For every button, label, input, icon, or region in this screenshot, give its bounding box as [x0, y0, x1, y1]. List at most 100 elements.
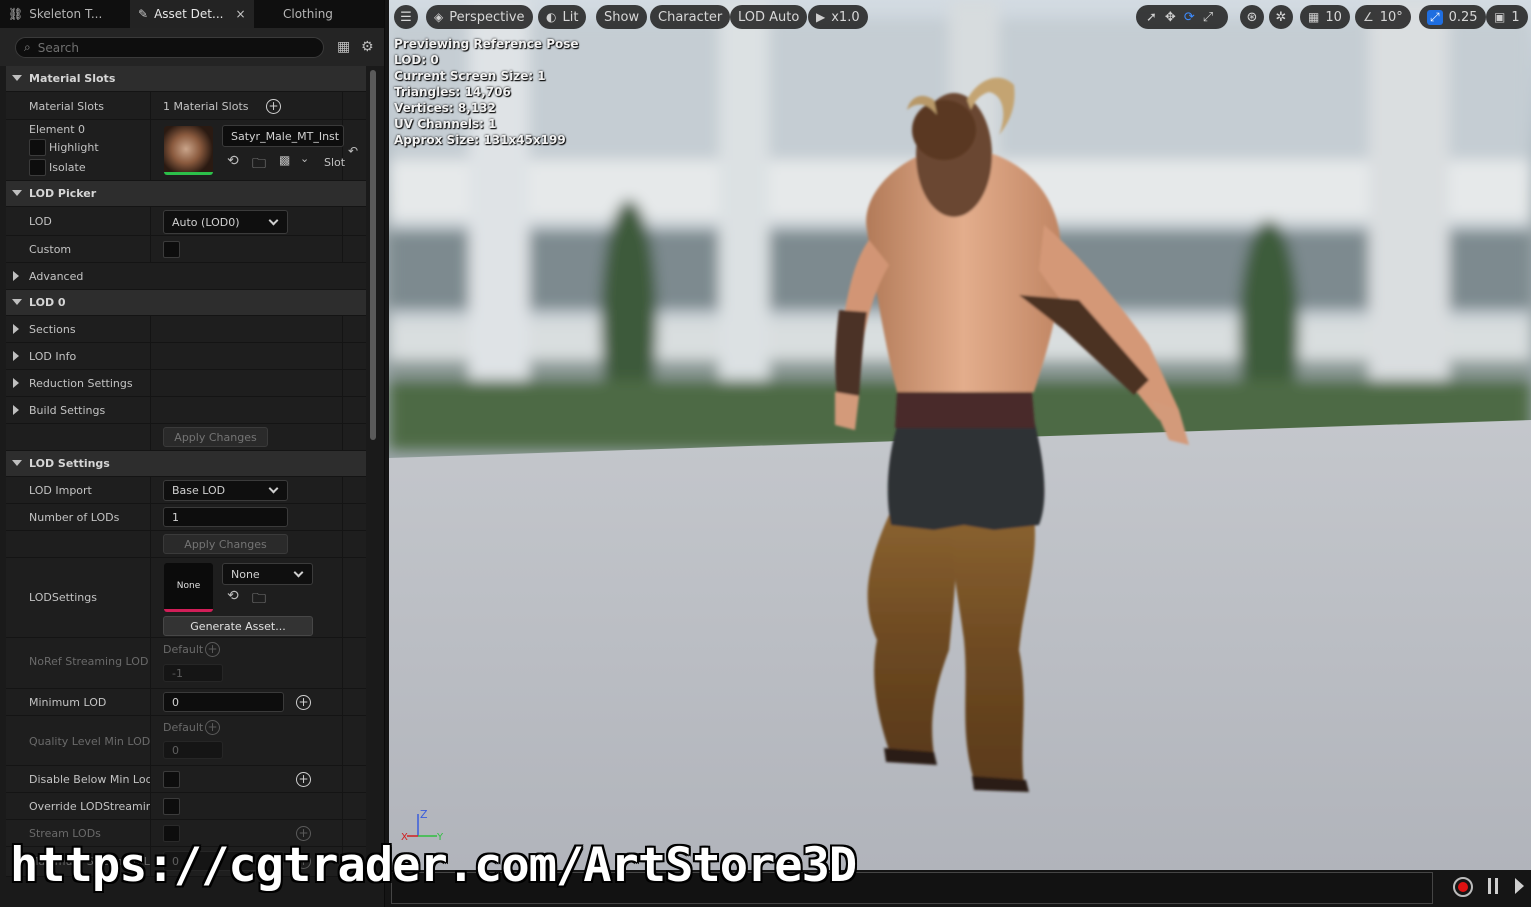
lodsettings-thumbnail[interactable]: None [164, 563, 213, 612]
minimum-lod-input[interactable]: 0 [163, 692, 284, 712]
add-override-icon[interactable]: + [296, 695, 311, 710]
lod-auto-button[interactable]: LOD Auto [730, 5, 808, 29]
category-material-slots[interactable]: Material Slots [6, 66, 366, 92]
checker-icon[interactable]: ▩ [279, 153, 290, 167]
details-panel: ⛓ Skeleton T... ✎ Asset Det... × Clothin… [0, 0, 385, 907]
apply-changes-button[interactable]: Apply Changes [163, 427, 268, 447]
pause-icon[interactable] [1488, 878, 1498, 894]
row-lod: LOD Auto (LOD0) [6, 207, 366, 236]
material-thumbnail[interactable] [164, 126, 213, 175]
step-forward-icon[interactable] [1515, 878, 1524, 894]
row-override-lodstreaming: Override LODStreamin... [6, 793, 366, 820]
play-rate-button[interactable]: ▶ x1.0 [808, 5, 868, 29]
surface-snap-button[interactable]: ✲ [1269, 5, 1293, 29]
material-name-field[interactable]: Satyr_Male_MT_Inst [222, 125, 344, 147]
cube-icon: ◈ [434, 10, 444, 24]
add-override-icon[interactable]: + [205, 642, 220, 657]
play-icon: ▶ [816, 10, 826, 24]
lod-dropdown[interactable]: Auto (LOD0) [163, 210, 288, 234]
noref-streaming-input[interactable]: -1 [163, 664, 223, 682]
character-button[interactable]: Character [650, 5, 731, 29]
tab-skeleton-tree[interactable]: ⛓ Skeleton T... [0, 0, 128, 28]
angle-snap-button[interactable]: ∠ 10° [1355, 5, 1411, 29]
grid-icon: ▦ [1308, 10, 1320, 24]
isolate-checkbox[interactable] [29, 159, 46, 176]
row-lod-info[interactable]: LOD Info [6, 343, 366, 370]
row-material-slots: Material Slots 1 Material Slots + [6, 92, 366, 120]
add-material-slot-icon[interactable]: + [266, 99, 281, 114]
row-number-of-lods: Number of LODs 1 [6, 504, 366, 531]
search-box[interactable]: ⌕ [15, 37, 324, 58]
row-reduction-settings[interactable]: Reduction Settings [6, 370, 366, 397]
row-apply-lod-settings: Apply Changes [6, 531, 366, 558]
watermark-text: https://cgtrader.com/ArtStore3D [10, 838, 857, 893]
grid-snap-button[interactable]: ▦ 10 [1300, 5, 1350, 29]
search-row: ⌕ ▦ ⚙ [0, 28, 384, 66]
svg-text:Z: Z [420, 808, 428, 821]
camera-icon: ▣ [1494, 10, 1506, 24]
highlight-checkbox[interactable] [29, 139, 46, 156]
viewport-stats: Previewing Reference Pose LOD: 0 Current… [394, 37, 579, 147]
browse-asset-icon[interactable]: 🗀 [252, 588, 266, 612]
lit-button[interactable]: ◐ Lit [538, 5, 587, 29]
chevron-down-icon[interactable]: ⌄ [300, 152, 309, 165]
show-button[interactable]: Show [596, 5, 648, 29]
search-input[interactable] [37, 40, 298, 55]
category-lod-picker[interactable]: LOD Picker [6, 181, 366, 207]
scale-snap-button[interactable]: ⤢ 0.25 [1419, 5, 1486, 29]
row-advanced[interactable]: Advanced [6, 263, 366, 290]
custom-checkbox[interactable] [163, 241, 180, 258]
translate-icon[interactable]: ✥ [1165, 10, 1176, 25]
perspective-button[interactable]: ◈ Perspective [426, 5, 533, 29]
browse-asset-icon[interactable]: 🗀 [252, 153, 266, 177]
tab-clothing[interactable]: Clothing [256, 0, 384, 28]
transform-tools: ➚ ✥ ⟳ ⤢ [1136, 5, 1228, 29]
category-lod0[interactable]: LOD 0 [6, 290, 366, 316]
scrollbar-thumb[interactable] [370, 70, 376, 440]
collapse-arrow-icon [12, 460, 22, 466]
camera-speed-button[interactable]: ▣ 1 [1486, 5, 1528, 29]
row-element-0: Element 0 Highlight Isolate Satyr_Male_M… [6, 120, 366, 181]
chevron-down-icon [268, 483, 279, 494]
scale-icon[interactable]: ⤢ [1203, 10, 1213, 25]
surface-snap-icon: ✲ [1275, 9, 1287, 25]
row-sections[interactable]: Sections [6, 316, 366, 343]
row-noref-streaming: NoRef Streaming LOD B Default + -1 [6, 638, 366, 689]
table-view-icon[interactable]: ▦ [337, 39, 350, 55]
lodsettings-dropdown[interactable]: None [222, 563, 313, 585]
category-lod-settings[interactable]: LOD Settings [6, 451, 366, 477]
local-space-button[interactable]: ⊛ [1240, 5, 1264, 29]
expand-arrow-icon [13, 378, 19, 388]
rotate-icon[interactable]: ⟳ [1184, 10, 1195, 25]
apply-changes-button[interactable]: Apply Changes [163, 534, 288, 554]
material-slot-count: 1 Material Slots [163, 100, 249, 113]
row-minimum-lod: Minimum LOD 0 + [6, 689, 366, 716]
viewport[interactable]: ☰ ◈ Perspective ◐ Lit Show Character LOD A… [389, 0, 1531, 870]
world-space-icon: ⊛ [1246, 9, 1258, 25]
gear-icon[interactable]: ⚙ [361, 39, 374, 55]
skeleton-tree-icon: ⛓ [8, 7, 24, 21]
lod-import-dropdown[interactable]: Base LOD [163, 480, 288, 501]
generate-asset-button[interactable]: Generate Asset... [163, 616, 313, 636]
use-selected-icon[interactable]: ⟲ [227, 588, 239, 604]
reset-arrow-icon[interactable]: ↶ [348, 144, 358, 158]
scale-snap-icon: ⤢ [1427, 9, 1443, 25]
quality-level-input[interactable]: 0 [163, 741, 223, 759]
viewport-menu-button[interactable]: ☰ [394, 5, 418, 29]
tab-asset-details[interactable]: ✎ Asset Det... × [130, 0, 254, 28]
collapse-arrow-icon [12, 190, 22, 196]
record-icon[interactable] [1453, 877, 1473, 897]
add-override-icon[interactable]: + [205, 720, 220, 735]
row-build-settings[interactable]: Build Settings [6, 397, 366, 424]
add-override-icon[interactable]: + [296, 772, 311, 787]
row-apply-lod0: Apply Changes [6, 424, 366, 451]
expand-arrow-icon [13, 351, 19, 361]
select-arrow-icon[interactable]: ➚ [1146, 10, 1157, 25]
use-selected-icon[interactable]: ⟲ [227, 153, 239, 169]
row-custom: Custom [6, 236, 366, 263]
override-lodstreaming-checkbox[interactable] [163, 798, 180, 815]
collapse-arrow-icon [12, 299, 22, 305]
close-icon[interactable]: × [235, 7, 245, 21]
number-of-lods-input[interactable]: 1 [163, 507, 288, 527]
disable-below-checkbox[interactable] [163, 771, 180, 788]
